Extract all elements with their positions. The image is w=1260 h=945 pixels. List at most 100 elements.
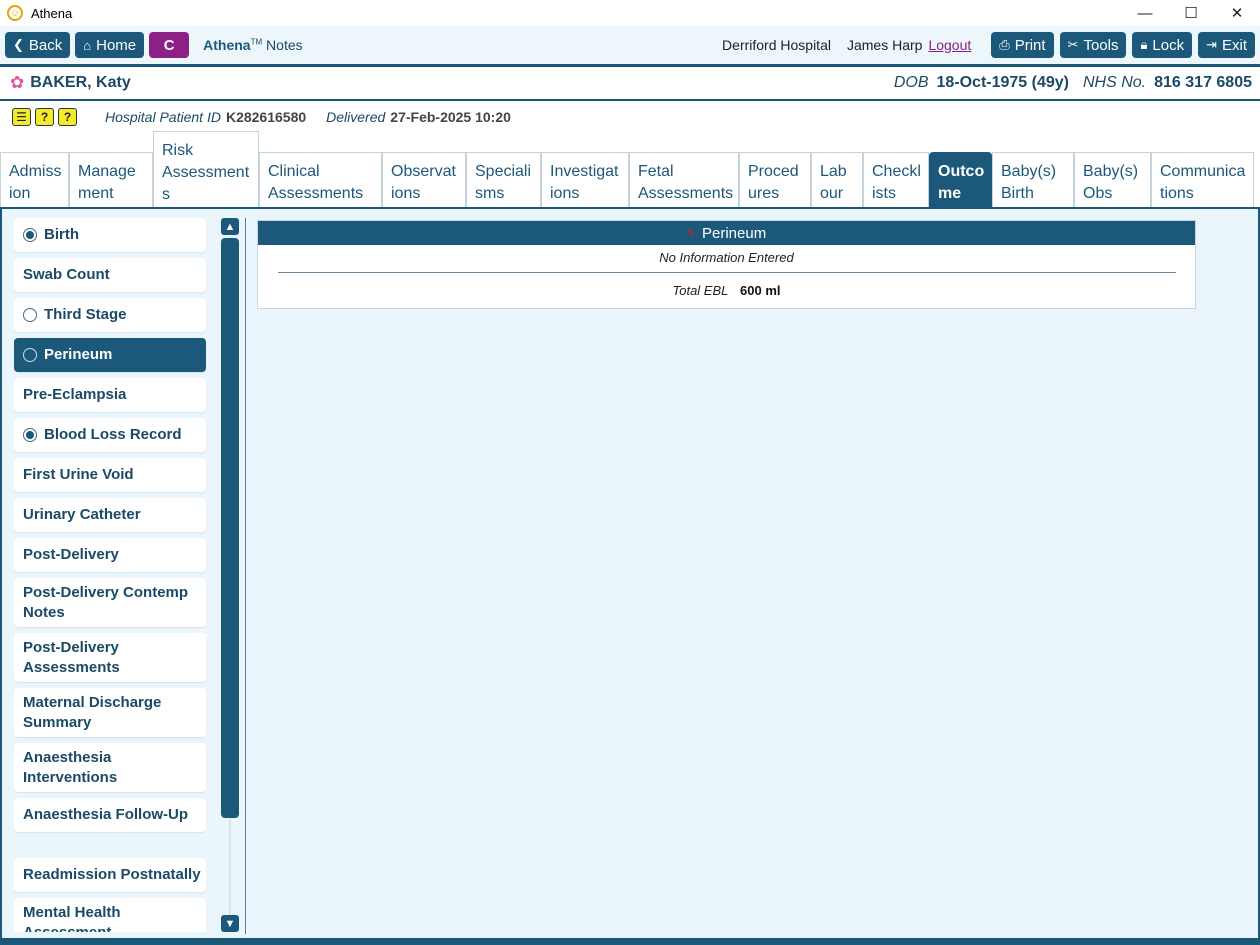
list-alert-icon[interactable]: ☰ — [12, 108, 31, 126]
menu-item-post-delivery-contemp-notes[interactable]: Post-Delivery Contemp Notes — [14, 578, 206, 627]
chevron-left-icon: ❮ — [13, 37, 24, 52]
maximize-button[interactable]: ☐ — [1168, 0, 1214, 26]
menu-item-pre-eclampsia[interactable]: Pre-Eclampsia — [14, 378, 206, 412]
menu-item-label: Readmission Postnatally — [23, 866, 201, 883]
main-toolbar: ❮ Back ⌂ Home C AthenaTM Notes Derriford… — [0, 26, 1260, 64]
total-ebl-label: Total EBL — [672, 283, 729, 298]
tab-management[interactable]: Manage ment — [69, 152, 153, 207]
scroll-thumb[interactable] — [221, 238, 239, 818]
menu-item-anaesthesia-interventions[interactable]: Anaesthesia Interventions — [14, 743, 206, 792]
back-button[interactable]: ❮ Back — [5, 32, 71, 58]
question-alert-icon[interactable]: ? — [58, 108, 77, 126]
tab-admission[interactable]: Admiss ion — [0, 152, 69, 207]
dob-label: DOB — [893, 74, 929, 91]
menu-item-swab-count[interactable]: Swab Count — [14, 258, 206, 292]
menu-item-post-delivery-assessments[interactable]: Post-Delivery Assessments — [14, 633, 206, 682]
menu-item-anaesthesia-follow-up[interactable]: Anaesthesia Follow-Up — [14, 798, 206, 832]
no-info-text: No Information Entered — [659, 250, 794, 265]
lock-icon: 🔒︎ — [1140, 37, 1148, 52]
content-area: Birth Swab Count Third Stage Perineum Pr… — [0, 207, 1260, 940]
tab-fetal-assessments[interactable]: Fetal Assessments — [629, 152, 739, 207]
menu-item-label: Post-Delivery Assessments — [23, 638, 120, 676]
title-bar: ☺ Athena — ☐ ✕ — [0, 0, 1260, 26]
menu-item-label: Urinary Catheter — [23, 506, 141, 523]
flower-icon: ✿ — [10, 73, 25, 92]
minimize-button[interactable]: — — [1122, 0, 1168, 26]
scroll-up-button[interactable]: ▲ — [221, 218, 239, 235]
hospital-name: Derriford Hospital — [722, 37, 831, 53]
menu-scrollbar[interactable]: ▲ ▼ — [220, 218, 240, 934]
tab-specialisms[interactable]: Speciali sms — [466, 152, 541, 207]
menu-item-mental-health-assessment[interactable]: Mental Health Assessment — [14, 898, 206, 932]
panel-header: ✎ Perineum — [258, 221, 1195, 245]
athena-logo-icon: ☺ — [7, 5, 23, 21]
question-alert-icon[interactable]: ? — [35, 108, 54, 126]
tab-clinical-assessments[interactable]: Clinical Assessments — [259, 152, 382, 207]
toolbar-right: Derriford Hospital James Harp Logout ⎙ P… — [722, 26, 1255, 64]
panel-rule — [278, 272, 1176, 273]
brand-name: Athena — [203, 37, 251, 53]
menu-item-label: Blood Loss Record — [44, 426, 182, 443]
menu-item-birth[interactable]: Birth — [14, 218, 206, 252]
chevron-up-icon: ▲ — [224, 220, 236, 233]
user-name: James Harp — [846, 37, 923, 53]
back-label: Back — [28, 36, 63, 54]
tools-label: Tools — [1083, 36, 1119, 54]
patient-name: BAKER, Katy — [30, 74, 131, 91]
scroll-down-button[interactable]: ▼ — [221, 915, 239, 932]
menu-item-readmission-postnatally[interactable]: Readmission Postnatally — [14, 858, 206, 892]
exit-icon: ⇥ — [1206, 37, 1217, 52]
outcome-menu: Birth Swab Count Third Stage Perineum Pr… — [14, 218, 206, 932]
total-ebl-value: 600 ml — [740, 283, 781, 298]
menu-item-label: Post-Delivery — [23, 546, 119, 563]
tab-outcome[interactable]: Outco me — [929, 152, 992, 207]
tools-icon: ✂ — [1067, 37, 1079, 52]
tab-procedures[interactable]: Proced ures — [739, 152, 811, 207]
delivered-label: Delivered — [326, 109, 386, 125]
tab-checklists[interactable]: Checkl ists — [863, 152, 929, 207]
logout-link[interactable]: Logout — [928, 37, 971, 53]
menu-item-label: Anaesthesia Follow-Up — [23, 806, 189, 823]
radio-filled-icon — [23, 428, 37, 442]
c-button[interactable]: C — [149, 32, 190, 58]
tab-investigations[interactable]: Investigat ions — [541, 152, 629, 207]
printer-icon: ⎙ — [999, 37, 1010, 52]
tab-observations[interactable]: Observat ions — [382, 152, 466, 207]
close-window-button[interactable]: ✕ — [1214, 0, 1260, 26]
lock-button[interactable]: 🔒︎ Lock — [1132, 32, 1193, 58]
exit-button[interactable]: ⇥ Exit — [1198, 32, 1255, 58]
tab-risk-assessments[interactable]: Risk Assessment s — [153, 131, 259, 207]
tab-labour[interactable]: Lab our — [811, 152, 863, 207]
hospital-id-value: K282616580 — [225, 109, 307, 125]
tab-communications[interactable]: Communica tions — [1151, 152, 1254, 207]
print-button[interactable]: ⎙ Print — [991, 32, 1054, 58]
brand-suffix: Notes — [262, 37, 303, 53]
home-label: Home — [96, 36, 137, 54]
panel-title: Perineum — [702, 224, 767, 242]
tab-babys-obs[interactable]: Baby(s) Obs — [1074, 152, 1151, 207]
tools-button[interactable]: ✂ Tools — [1059, 32, 1127, 58]
menu-item-perineum[interactable]: Perineum — [14, 338, 206, 372]
menu-item-label: Post-Delivery Contemp Notes — [23, 583, 189, 621]
home-button[interactable]: ⌂ Home — [75, 32, 145, 58]
alert-icons: ☰ ? ? — [12, 108, 81, 126]
menu-item-label: Pre-Eclampsia — [23, 386, 127, 403]
menu-item-first-urine-void[interactable]: First Urine Void — [14, 458, 206, 492]
window-controls: — ☐ ✕ — [1122, 0, 1260, 26]
menu-item-maternal-discharge-summary[interactable]: Maternal Discharge Summary — [14, 688, 206, 737]
print-label: Print — [1014, 36, 1046, 54]
tab-bar: Admiss ion Manage ment Risk Assessment s Cli… — [0, 131, 1260, 207]
tab-babys-birth[interactable]: Baby(s) Birth — [992, 152, 1074, 207]
app-brand: AthenaTM Notes — [203, 37, 302, 53]
edit-pen-icon[interactable]: ✎ — [687, 227, 696, 240]
patient-banner: ✿ BAKER, Katy DOB 18-Oct-1975 (49y) NHS … — [0, 67, 1260, 99]
lock-label: Lock — [1152, 36, 1185, 54]
menu-item-post-delivery[interactable]: Post-Delivery — [14, 538, 206, 572]
brand-trademark: TM — [250, 37, 263, 47]
menu-item-third-stage[interactable]: Third Stage — [14, 298, 206, 332]
menu-item-label: Third Stage — [44, 306, 127, 323]
menu-item-urinary-catheter[interactable]: Urinary Catheter — [14, 498, 206, 532]
menu-item-blood-loss-record[interactable]: Blood Loss Record — [14, 418, 206, 452]
chevron-down-icon: ▼ — [224, 917, 236, 930]
radio-empty-icon — [23, 348, 37, 362]
